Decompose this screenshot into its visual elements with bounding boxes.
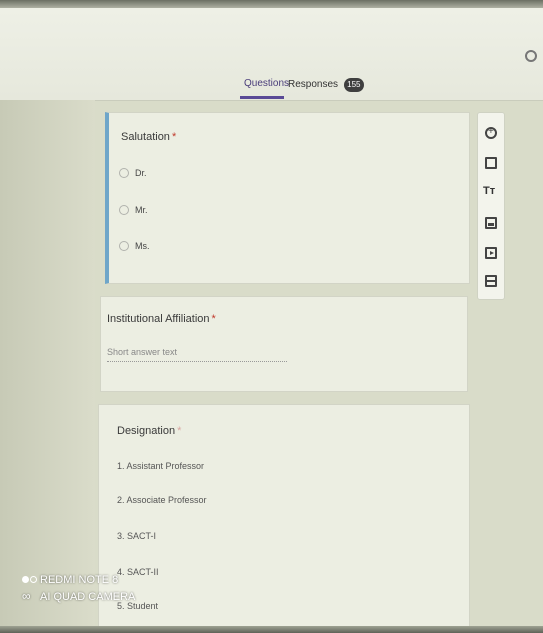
tab-responses[interactable]: Responses 155 — [288, 78, 364, 92]
infinity-icon: ∞ — [22, 589, 31, 603]
short-answer-field[interactable]: Short answer text — [107, 347, 287, 362]
screen-bezel-bottom — [0, 626, 543, 633]
radio-option-ms[interactable] — [119, 241, 129, 251]
radio-option-mr[interactable] — [119, 205, 129, 215]
option-label: Mr. — [135, 205, 148, 215]
screen-bezel-top — [0, 0, 543, 8]
watermark-line-1: REDMI NOTE 8 — [22, 572, 135, 588]
question-title-text: Institutional Affiliation — [107, 313, 210, 325]
list-option[interactable]: 3. SACT-I — [117, 531, 156, 541]
radio-option-dr[interactable] — [119, 168, 129, 178]
import-questions-icon[interactable] — [485, 157, 497, 169]
required-mark: * — [211, 313, 216, 325]
responses-count-badge: 155 — [343, 78, 364, 92]
question-title: Institutional Affiliation * — [107, 313, 216, 325]
watermark-line-2: ∞ AI QUAD CAMERA — [22, 588, 135, 605]
question-title-text: Designation — [117, 425, 176, 437]
question-title: Salutation * — [121, 131, 176, 143]
tab-responses-label: Responses — [288, 79, 339, 90]
active-tab-indicator — [240, 96, 284, 99]
option-label: Ms. — [135, 241, 150, 251]
watermark-model: REDMI NOTE 8 — [40, 574, 119, 586]
camera-dots-icon — [22, 572, 40, 588]
camera-watermark: REDMI NOTE 8 ∞ AI QUAD CAMERA — [22, 572, 135, 605]
list-option[interactable]: 2. Associate Professor — [117, 495, 207, 505]
question-card-salutation[interactable]: Salutation * Dr. Mr. Ms. — [105, 112, 470, 284]
question-card-institutional-affiliation[interactable]: Institutional Affiliation * Short answer … — [100, 296, 468, 392]
add-video-icon[interactable] — [485, 247, 497, 259]
question-title: Designation * — [117, 425, 181, 437]
page-background — [0, 100, 95, 633]
add-section-icon[interactable] — [485, 275, 497, 287]
add-question-icon[interactable] — [485, 126, 497, 139]
list-option[interactable]: 1. Assistant Professor — [117, 461, 204, 471]
add-title-icon[interactable]: Tт — [483, 185, 499, 197]
tab-questions[interactable]: Questions — [244, 78, 289, 89]
option-label: Dr. — [135, 168, 147, 178]
required-mark: * — [177, 425, 182, 437]
question-toolbar: Tт — [477, 112, 505, 300]
question-title-text: Salutation — [121, 131, 170, 143]
add-image-icon[interactable] — [485, 217, 497, 229]
required-mark: * — [171, 131, 177, 143]
form-tabs: Questions Responses 155 — [0, 72, 543, 100]
watermark-camera: AI QUAD CAMERA — [40, 591, 136, 603]
question-card-designation[interactable]: Designation * 1. Assistant Professor 2. A… — [98, 404, 470, 633]
palette-icon[interactable] — [525, 50, 537, 62]
